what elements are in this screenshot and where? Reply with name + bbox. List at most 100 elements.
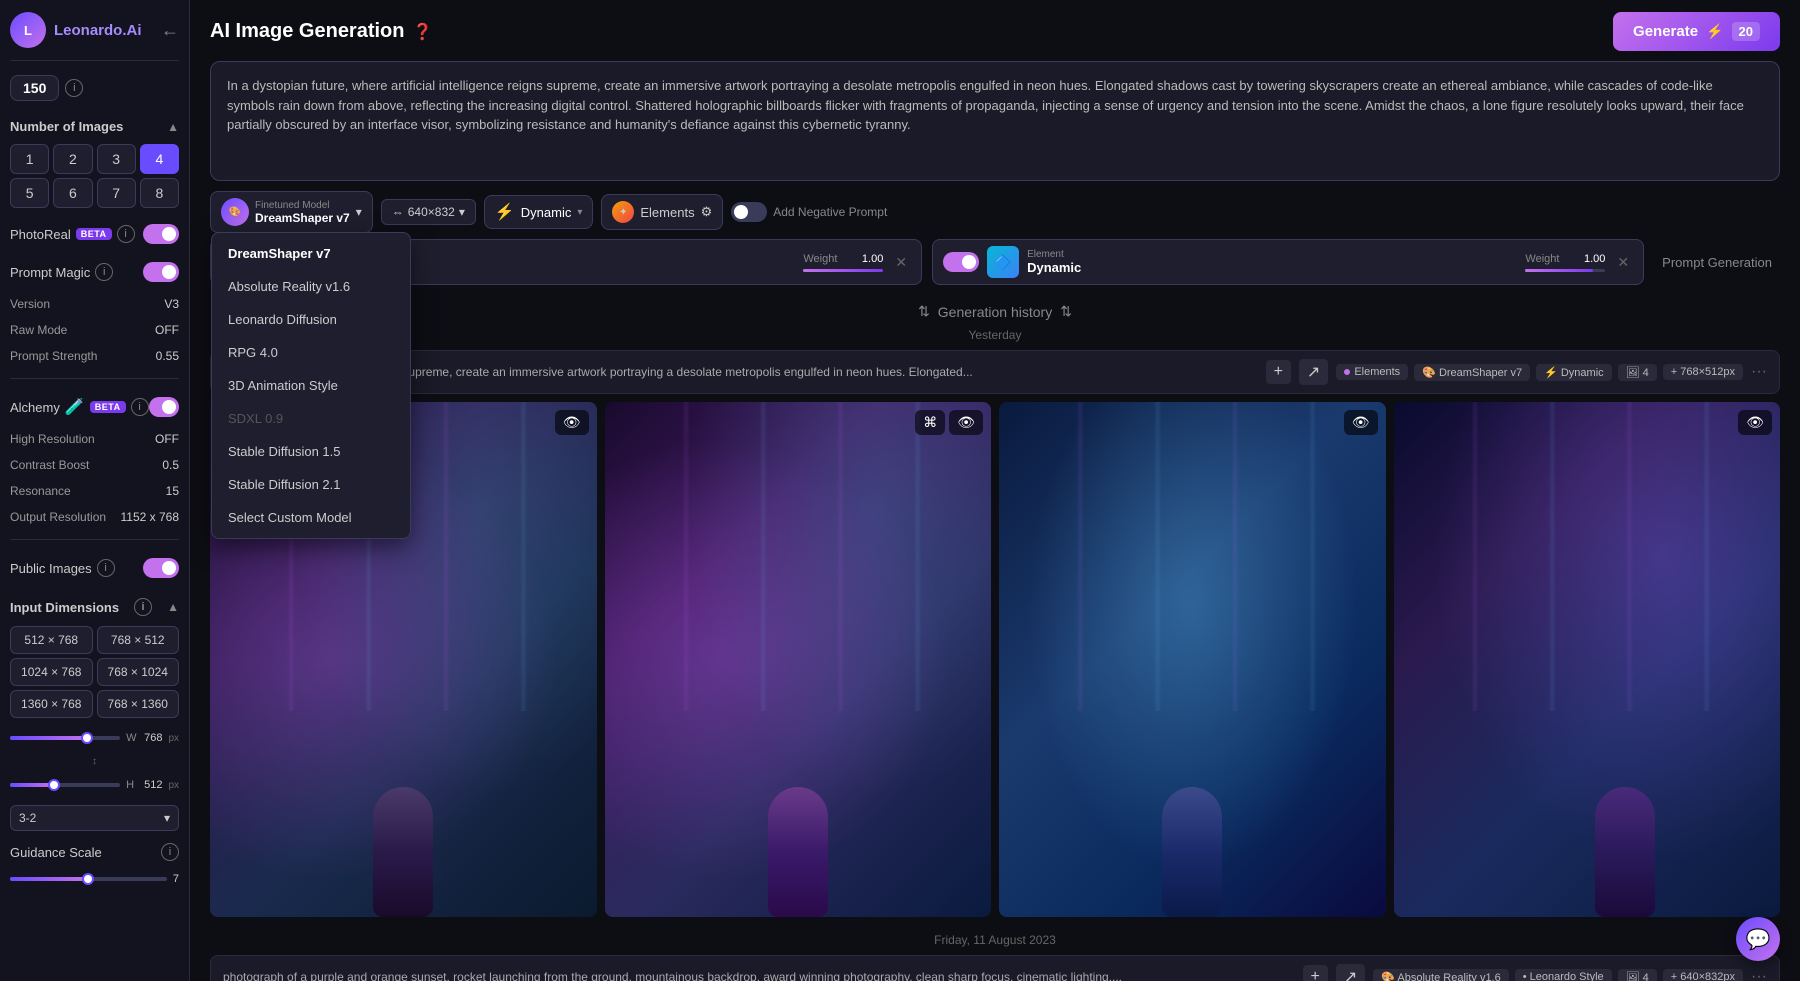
num-btn-2[interactable]: 2 (53, 144, 92, 174)
tag-dims: + 768×512px (1663, 364, 1743, 380)
dim-1024x768[interactable]: 1024 × 768 (10, 658, 93, 686)
dim-768x1360[interactable]: 768 × 1360 (97, 690, 180, 718)
prompt-magic-info-icon[interactable]: i (95, 263, 113, 281)
height-slider-track[interactable] (10, 783, 120, 787)
dropdown-item-custom[interactable]: Select Custom Model (212, 501, 410, 534)
num-btn-1[interactable]: 1 (10, 144, 49, 174)
guidance-info-icon[interactable]: i (161, 843, 179, 861)
image-2-cmd[interactable]: ⌘ (915, 410, 945, 435)
width-slider-row: W 768 px (10, 728, 179, 748)
number-grid: 1 2 3 4 5 6 7 8 (10, 144, 179, 208)
public-images-label-group: Public Images i (10, 559, 115, 577)
contrast-row: Contrast Boost 0.5 (10, 455, 179, 475)
public-images-label: Public Images (10, 561, 92, 576)
more-options-1[interactable]: ··· (1751, 363, 1767, 381)
preset-selector[interactable]: ⚡ Dynamic ▾ (484, 195, 594, 229)
alchemy-label: Alchemy (10, 400, 60, 415)
add-to-canvas-1[interactable]: + (1266, 360, 1291, 384)
elements-chip[interactable]: ✦ Elements ⚙ (601, 194, 723, 230)
tag-elements: Elements (1336, 364, 1408, 380)
image-card-2: ⌘ 👁 (605, 402, 992, 917)
chat-icon: 💬 (1746, 927, 1771, 952)
element2-thumb: 🔷 (987, 246, 1019, 278)
image-4 (1394, 402, 1781, 917)
chevron-up-icon: ▲ (167, 120, 179, 134)
dropdown-item-3danim[interactable]: 3D Animation Style (212, 369, 410, 402)
weight1-bar[interactable] (803, 269, 883, 272)
element2-close[interactable]: ✕ (1613, 252, 1633, 273)
prompt-magic-toggle[interactable] (143, 262, 179, 282)
num-btn-3[interactable]: 3 (97, 144, 136, 174)
height-slider-row: H 512 px (10, 775, 179, 795)
weight2-bar[interactable] (1525, 269, 1605, 272)
public-images-toggle[interactable] (143, 558, 179, 578)
swap-icon[interactable]: ↕ (10, 754, 179, 769)
version-row: Version V3 (10, 294, 179, 314)
alchemy-toggle[interactable] (149, 397, 179, 417)
generate-button[interactable]: Generate ⚡ 20 (1613, 12, 1780, 51)
public-images-info-icon[interactable]: i (97, 559, 115, 577)
dropdown-item-leonardo[interactable]: Leonardo Diffusion (212, 303, 410, 336)
photoreal-label: PhotoReal (10, 227, 71, 242)
width-value: 768 (144, 732, 162, 744)
image-4-eye[interactable]: 👁 (1738, 410, 1772, 435)
dim-1360x768[interactable]: 1360 × 768 (10, 690, 93, 718)
dropdown-item-sdxl[interactable]: SDXL 0.9 (212, 402, 410, 435)
token-info-icon[interactable]: i (65, 79, 83, 97)
add-variation-1[interactable]: ↗ (1299, 359, 1328, 385)
tag-model-2: 🎨 Absolute Reality v1.6 (1373, 969, 1508, 981)
dim-512x768[interactable]: 512 × 768 (10, 626, 93, 654)
num-btn-6[interactable]: 6 (53, 178, 92, 208)
num-btn-4[interactable]: 4 (140, 144, 179, 174)
prompt-textarea[interactable]: In a dystopian future, where artificial … (210, 61, 1780, 181)
width-slider-track[interactable] (10, 736, 120, 740)
num-btn-8[interactable]: 8 (140, 178, 179, 208)
dropdown-item-rpg[interactable]: RPG 4.0 (212, 336, 410, 369)
preset-name: Dynamic (521, 205, 572, 220)
element1-close[interactable]: ✕ (891, 252, 911, 273)
model-dropdown: DreamShaper v7 Absolute Reality v1.6 Leo… (211, 232, 411, 539)
image-1-eye[interactable]: 👁 (555, 410, 589, 435)
image-2-eye[interactable]: 👁 (949, 410, 983, 435)
sidebar-logo: L Leonardo.Ai ← (10, 12, 179, 61)
num-btn-7[interactable]: 7 (97, 178, 136, 208)
title-info-icon[interactable]: ❓ (413, 22, 433, 42)
dropdown-item-absolute[interactable]: Absolute Reality v1.6 (212, 270, 410, 303)
image-4-icons: 👁 (1738, 410, 1772, 435)
dim-768x512[interactable]: 768 × 512 (97, 626, 180, 654)
num-btn-5[interactable]: 5 (10, 178, 49, 208)
guidance-value: 7 (173, 873, 179, 885)
alchemy-info-icon[interactable]: i (131, 398, 149, 416)
dropdown-item-sd15[interactable]: Stable Diffusion 1.5 (212, 435, 410, 468)
add-to-canvas-2[interactable]: + (1303, 965, 1328, 981)
generate-token-count: 20 (1732, 22, 1760, 41)
high-res-label: High Resolution (10, 432, 95, 446)
chevron-down-icon-preset: ▾ (577, 207, 582, 218)
prompt-generation-button[interactable]: Prompt Generation (1654, 251, 1780, 274)
element2-toggle[interactable] (943, 252, 979, 272)
tag-count: 🖼 4 (1618, 364, 1657, 381)
back-button[interactable]: ← (161, 20, 179, 41)
dim-dropdown-icon[interactable]: ▾ (459, 205, 465, 219)
input-dim-info-icon[interactable]: i (134, 598, 152, 616)
input-dimensions-header: Input Dimensions i ▲ (10, 590, 179, 620)
photoreal-info-icon[interactable]: i (117, 225, 135, 243)
dropdown-item-dreamshaper[interactable]: DreamShaper v7 (212, 237, 410, 270)
main-content: AI Image Generation ❓ Generate ⚡ 20 In a… (190, 0, 1800, 981)
neg-prompt-switch[interactable] (731, 202, 767, 222)
add-variation-2[interactable]: ↗ (1336, 964, 1365, 981)
dropdown-item-sd21[interactable]: Stable Diffusion 2.1 (212, 468, 410, 501)
dim-768x1024[interactable]: 768 × 1024 (97, 658, 180, 686)
ratio-value: 3-2 (19, 811, 36, 825)
ratio-select[interactable]: 3-2 ▾ (10, 805, 179, 831)
image-3-eye[interactable]: 👁 (1344, 410, 1378, 435)
generation-history-label: Generation history (938, 304, 1052, 320)
model-selector[interactable]: 🎨 Finetuned Model DreamShaper v7 ▾ Dream… (210, 191, 373, 233)
chat-button[interactable]: 💬 (1736, 917, 1780, 961)
photoreal-toggle[interactable] (143, 224, 179, 244)
more-options-2[interactable]: ··· (1751, 968, 1767, 981)
neg-prompt-toggle[interactable]: Add Negative Prompt (731, 202, 887, 222)
guidance-slider-track[interactable] (10, 877, 167, 881)
version-value: V3 (164, 297, 179, 311)
image-card-4: 👁 (1394, 402, 1781, 917)
